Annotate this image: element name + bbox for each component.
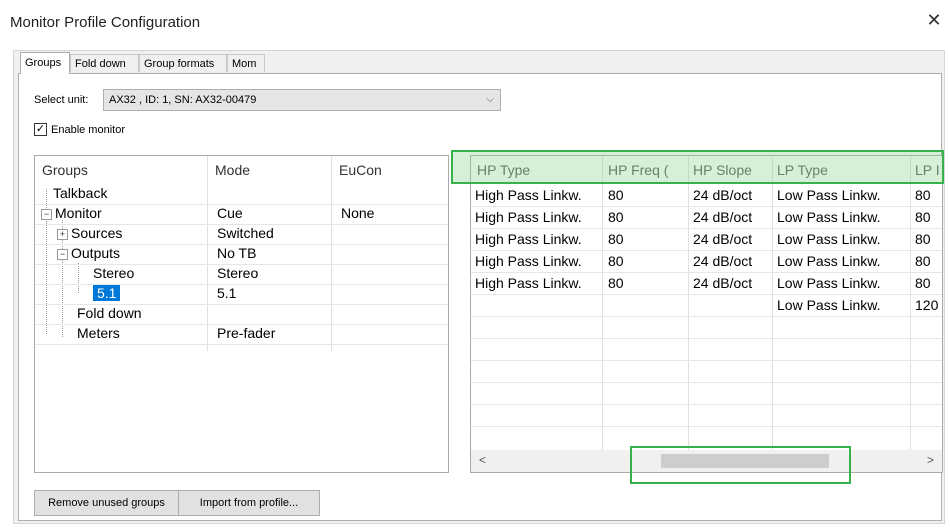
- table-row[interactable]: High Pass Linkw. 80 24 dB/oct Low Pass L…: [471, 228, 942, 251]
- hp-freq-cell: 80: [608, 209, 624, 225]
- remove-unused-groups-button[interactable]: Remove unused groups: [34, 490, 179, 516]
- tree-header: Groups Mode EuCon: [35, 156, 448, 184]
- expand-icon[interactable]: +: [57, 229, 68, 240]
- tree-row-monitor[interactable]: − Monitor Cue None: [35, 204, 448, 225]
- tree-row-fold-down[interactable]: Fold down: [35, 304, 448, 325]
- table-row: [471, 404, 942, 427]
- tree-item-label: Fold down: [77, 305, 142, 321]
- tree-row-sources[interactable]: + Sources Switched: [35, 224, 448, 245]
- tree-row-talkback[interactable]: Talkback: [35, 184, 448, 205]
- table-row: [471, 382, 942, 405]
- tree-item-label: Outputs: [71, 245, 121, 261]
- lp-type-cell: Low Pass Linkw.: [777, 231, 881, 247]
- hp-type-cell: High Pass Linkw.: [475, 275, 582, 291]
- table-row[interactable]: High Pass Linkw. 80 24 dB/oct Low Pass L…: [471, 272, 942, 295]
- tree-item-mode: Stereo: [217, 265, 259, 281]
- enable-monitor-checkbox[interactable]: ✓: [34, 123, 47, 136]
- header-highlight-box: [451, 150, 944, 184]
- tree-row-stereo[interactable]: Stereo Stereo: [35, 264, 448, 285]
- tree-item-label: Talkback: [53, 185, 108, 201]
- hp-slope-cell: 24 dB/oct: [693, 253, 753, 269]
- import-from-profile-button[interactable]: Import from profile...: [178, 490, 320, 516]
- collapse-icon[interactable]: −: [57, 249, 68, 260]
- column-header-eucon[interactable]: EuCon: [339, 162, 382, 178]
- tree-item-label: Sources: [71, 225, 123, 241]
- lp-type-cell: Low Pass Linkw.: [777, 209, 881, 225]
- collapse-icon[interactable]: −: [41, 209, 52, 220]
- hp-slope-cell: 24 dB/oct: [693, 231, 753, 247]
- tree-item-label-selected: 5.1: [93, 285, 121, 301]
- table-row[interactable]: High Pass Linkw. 80 24 dB/oct Low Pass L…: [471, 184, 942, 207]
- chevron-down-icon: ⌵: [486, 94, 494, 105]
- scroll-right-icon[interactable]: >: [927, 453, 934, 467]
- lp-freq-cell: 80: [915, 187, 931, 203]
- unit-select-value: AX32 , ID: 1, SN: AX32-00479: [109, 94, 257, 106]
- table-row[interactable]: High Pass Linkw. 80 24 dB/oct Low Pass L…: [471, 206, 942, 229]
- table-row: [471, 338, 942, 361]
- hp-freq-cell: 80: [608, 275, 624, 291]
- lp-type-cell: Low Pass Linkw.: [777, 297, 881, 313]
- tab-groups[interactable]: Groups: [20, 52, 70, 74]
- lp-freq-cell: 80: [915, 231, 931, 247]
- column-header-groups[interactable]: Groups: [42, 162, 88, 178]
- scrollbar-highlight-box: [630, 446, 851, 484]
- tree-item-eucon: None: [341, 205, 375, 221]
- tree-row-outputs[interactable]: − Outputs No TB: [35, 244, 448, 265]
- hp-slope-cell: 24 dB/oct: [693, 209, 753, 225]
- tree-item-label: Stereo: [93, 265, 135, 281]
- table-row[interactable]: High Pass Linkw. 80 24 dB/oct Low Pass L…: [471, 250, 942, 273]
- tree-item-mode: No TB: [217, 245, 257, 261]
- hp-type-cell: High Pass Linkw.: [475, 187, 582, 203]
- tree-item-label: Monitor: [55, 205, 102, 221]
- column-header-mode[interactable]: Mode: [215, 162, 250, 178]
- tab-fold-down[interactable]: Fold down: [70, 54, 139, 72]
- hp-slope-cell: 24 dB/oct: [693, 275, 753, 291]
- groups-tree[interactable]: Groups Mode EuCon Talkback − Monitor Cue…: [34, 155, 449, 473]
- hp-type-cell: High Pass Linkw.: [475, 209, 582, 225]
- tab-group-formats[interactable]: Group formats: [139, 54, 227, 72]
- hp-slope-cell: 24 dB/oct: [693, 187, 753, 203]
- hp-type-cell: High Pass Linkw.: [475, 253, 582, 269]
- unit-select[interactable]: AX32 , ID: 1, SN: AX32-00479 ⌵: [103, 89, 501, 111]
- tree-item-mode: Switched: [217, 225, 274, 241]
- tab-mom[interactable]: Mom: [227, 54, 265, 72]
- close-icon[interactable]: ✕: [924, 10, 944, 31]
- select-unit-label: Select unit:: [34, 94, 89, 106]
- lp-type-cell: Low Pass Linkw.: [777, 253, 881, 269]
- tree-row-meters[interactable]: Meters Pre-fader: [35, 324, 448, 345]
- lp-freq-cell: 80: [915, 209, 931, 225]
- lp-freq-cell: 120: [915, 297, 939, 313]
- window-title: Monitor Profile Configuration: [10, 14, 201, 31]
- tree-item-mode: Cue: [217, 205, 243, 221]
- enable-monitor-label: Enable monitor: [51, 124, 125, 136]
- table-row: [471, 316, 942, 339]
- dialog-window: Monitor Profile Configuration ✕ Groups F…: [0, 0, 950, 528]
- scroll-left-icon[interactable]: <: [479, 453, 486, 467]
- table-row: [471, 360, 942, 383]
- lp-freq-cell: 80: [915, 275, 931, 291]
- lp-freq-cell: 80: [915, 253, 931, 269]
- hp-type-cell: High Pass Linkw.: [475, 231, 582, 247]
- hp-freq-cell: 80: [608, 253, 624, 269]
- tree-item-mode: Pre-fader: [217, 325, 276, 341]
- lp-type-cell: Low Pass Linkw.: [777, 275, 881, 291]
- filter-grid[interactable]: HP Type HP Freq ( HP Slope LP Type LP I …: [470, 155, 943, 473]
- tree-row-5-1[interactable]: 5.1 5.1: [35, 284, 448, 305]
- lp-type-cell: Low Pass Linkw.: [777, 187, 881, 203]
- hp-freq-cell: 80: [608, 187, 624, 203]
- hp-freq-cell: 80: [608, 231, 624, 247]
- tree-item-mode: 5.1: [217, 285, 237, 301]
- tree-item-label: Meters: [77, 325, 120, 341]
- table-row[interactable]: Low Pass Linkw. 120: [471, 294, 942, 317]
